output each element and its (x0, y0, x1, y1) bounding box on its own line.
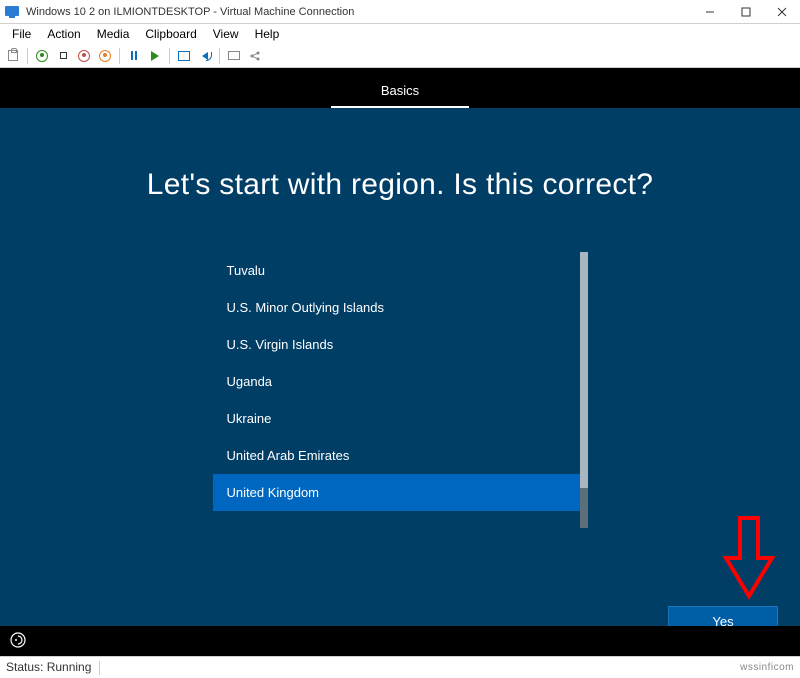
share-button[interactable] (246, 47, 264, 65)
menubar: File Action Media Clipboard View Help (0, 24, 800, 44)
minimize-button[interactable] (692, 0, 728, 24)
turn-off-button[interactable] (54, 47, 72, 65)
annotation-arrow-icon (718, 516, 778, 600)
menu-help[interactable]: Help (247, 25, 288, 43)
play-icon (151, 51, 159, 61)
clipboard-icon (8, 50, 18, 61)
toolbar-separator (27, 48, 28, 64)
checkpoint-icon (178, 51, 190, 61)
revert-icon (202, 52, 208, 60)
toolbar-separator (219, 48, 220, 64)
save-icon (99, 50, 111, 62)
checkpoint-button[interactable] (175, 47, 193, 65)
enhanced-session-button[interactable] (225, 47, 243, 65)
maximize-button[interactable] (728, 0, 764, 24)
start-button[interactable] (33, 47, 51, 65)
region-item[interactable]: Ukraine (213, 400, 588, 437)
toolbar (0, 44, 800, 68)
reset-button[interactable] (146, 47, 164, 65)
oobe-heading: Let's start with region. Is this correct… (0, 168, 800, 202)
status-text: Status: Running (6, 660, 91, 674)
ctrl-alt-del-button[interactable] (4, 47, 22, 65)
menu-view[interactable]: View (205, 25, 247, 43)
toolbar-separator (169, 48, 170, 64)
region-item[interactable]: Uganda (213, 363, 588, 400)
menu-action[interactable]: Action (39, 25, 88, 43)
oobe-bottom-bar (0, 626, 800, 656)
revert-button[interactable] (196, 47, 214, 65)
oobe-tab-basics[interactable]: Basics (331, 73, 469, 108)
status-bar: Status: Running wssinficom (0, 656, 800, 678)
pause-button[interactable] (125, 47, 143, 65)
status-separator (99, 661, 100, 675)
region-item[interactable]: United Arab Emirates (213, 437, 588, 474)
region-item-selected[interactable]: United Kingdom (213, 474, 588, 511)
menu-clipboard[interactable]: Clipboard (137, 25, 204, 43)
stop-icon (60, 52, 67, 59)
region-list[interactable]: Tuvalu U.S. Minor Outlying Islands U.S. … (213, 252, 588, 511)
display-icon (228, 51, 240, 60)
start-icon (36, 50, 48, 62)
share-icon (249, 50, 261, 62)
window-titlebar: Windows 10 2 on ILMIONTDESKTOP - Virtual… (0, 0, 800, 24)
shut-down-button[interactable] (75, 47, 93, 65)
watermark: wssinficom (740, 662, 794, 673)
oobe-tab-header: Basics (0, 68, 800, 108)
menu-media[interactable]: Media (89, 25, 138, 43)
region-item[interactable]: U.S. Virgin Islands (213, 326, 588, 363)
toolbar-separator (119, 48, 120, 64)
window-title: Windows 10 2 on ILMIONTDESKTOP - Virtual… (26, 6, 692, 18)
accessibility-icon[interactable] (10, 632, 26, 651)
region-scrollbar-track[interactable] (580, 252, 588, 528)
pause-icon (131, 51, 137, 60)
region-scrollbar-thumb[interactable] (580, 488, 588, 528)
shutdown-icon (78, 50, 90, 62)
close-button[interactable] (764, 0, 800, 24)
vm-display[interactable]: Basics Let's start with region. Is this … (0, 68, 800, 656)
menu-file[interactable]: File (4, 25, 39, 43)
save-button[interactable] (96, 47, 114, 65)
app-icon (2, 2, 22, 22)
region-item[interactable]: Tuvalu (213, 252, 588, 289)
region-item[interactable]: U.S. Minor Outlying Islands (213, 289, 588, 326)
